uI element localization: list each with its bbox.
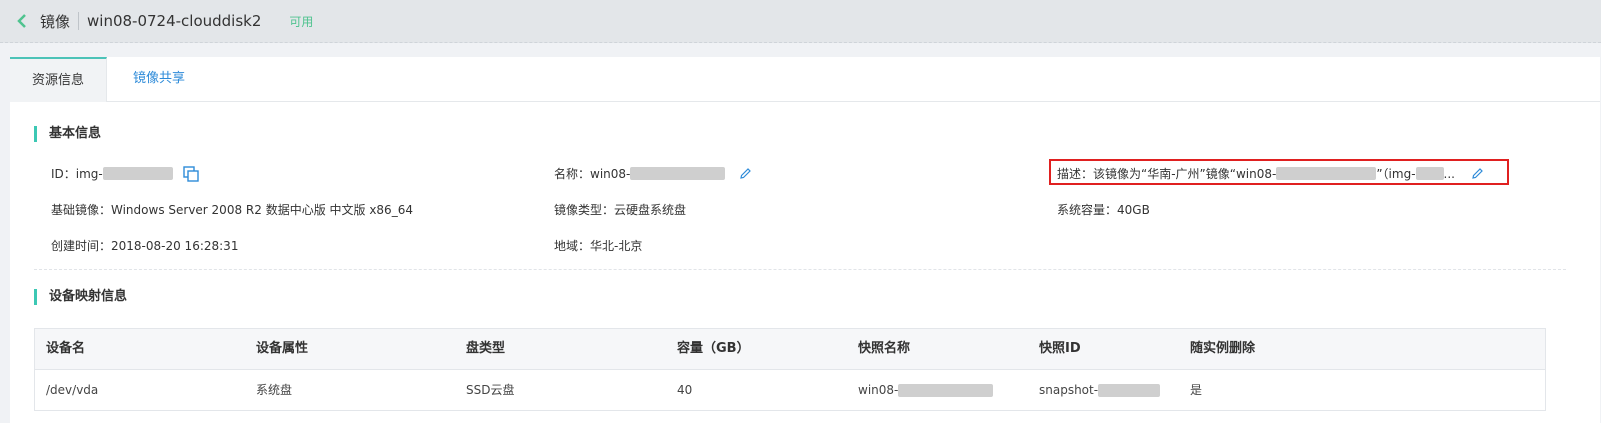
top-bar: 镜像 win08-0724-clouddisk2 可用 (0, 0, 1601, 43)
cell-snapshot-id: snapshot- (1039, 370, 1161, 410)
tab-image-sharing[interactable]: 镜像共享 (133, 57, 185, 101)
cell-device: /dev/vda (46, 383, 99, 397)
section-divider (34, 269, 1566, 270)
edit-description-pencil-icon[interactable] (1471, 167, 1484, 180)
description-label: 描述：该镜像为“华南-广州”镜像“win08- (1057, 167, 1277, 181)
name-label: 名称：win08- (554, 167, 631, 181)
tab-bar: 资源信息 镜像共享 (10, 57, 1600, 102)
column-header: 快照名称 (858, 341, 911, 356)
chevron-left-icon[interactable] (12, 11, 32, 31)
column-header: 设备名 (46, 341, 86, 356)
page-title: win08-0724-clouddisk2 (87, 12, 262, 30)
column-header: 盘类型 (466, 341, 506, 356)
copy-icon[interactable] (183, 165, 199, 182)
system-capacity-field: 系统容量：40GB (1057, 203, 1150, 217)
tab-resource-info[interactable]: 资源信息 (10, 57, 107, 102)
region-field: 地域：华北-北京 (554, 239, 643, 253)
section-title-device-mapping: 设备映射信息 (34, 289, 127, 305)
cell-capacity: 40 (677, 383, 693, 397)
masked-value (1415, 167, 1444, 180)
section-title-basic-info: 基本信息 (34, 126, 101, 142)
description-ellipsis: ... (1443, 166, 1455, 181)
cell-delete-with-instance: 是 (1190, 383, 1203, 397)
base-image-field: 基础镜像：Windows Server 2008 R2 数据中心版 中文版 x8… (51, 203, 413, 217)
status-badge: 可用 (289, 14, 314, 29)
breadcrumb-section[interactable]: 镜像 (40, 11, 70, 32)
snapshot-id-text: snapshot- (1039, 383, 1099, 397)
column-header: 设备属性 (256, 341, 309, 356)
snapshot-name-text: win08- (858, 383, 899, 397)
masked-value (630, 167, 726, 180)
image-type-field: 镜像类型：云硬盘系统盘 (554, 203, 687, 217)
description-field: 描述：该镜像为“华南-广州”镜像“win08- ”（img- ... (1057, 165, 1484, 182)
masked-value (102, 167, 173, 180)
masked-value (1276, 167, 1377, 180)
name-field: 名称：win08- (554, 165, 752, 182)
device-mapping-table: 设备名 设备属性 盘类型 容量（GB） 快照名称 快照ID 随实例删除 /dev… (34, 328, 1546, 411)
id-label: ID：img- (51, 167, 103, 181)
masked-value (1098, 383, 1161, 397)
created-time-field: 创建时间：2018-08-20 16:28:31 (51, 239, 239, 253)
main-panel: 资源信息 镜像共享 基本信息 ID：img- 名称：win08- 描述：该镜像为… (10, 57, 1600, 423)
cell-disk-type: SSD云盘 (466, 383, 515, 397)
id-field: ID：img- (51, 165, 199, 182)
table-header: 设备名 设备属性 盘类型 容量（GB） 快照名称 快照ID 随实例删除 (35, 329, 1545, 370)
divider (78, 12, 80, 30)
cell-attribute: 系统盘 (256, 383, 293, 397)
column-header: 快照ID (1039, 341, 1081, 356)
cell-snapshot-name: win08- (858, 370, 994, 410)
column-header: 随实例删除 (1190, 341, 1256, 356)
column-header: 容量（GB） (677, 341, 750, 356)
masked-value (898, 383, 994, 397)
edit-name-pencil-icon[interactable] (739, 167, 752, 180)
description-mid: ”（img- (1376, 167, 1416, 181)
table-row: /dev/vda 系统盘 SSD云盘 40 win08- snapshot- 是 (35, 370, 1545, 410)
